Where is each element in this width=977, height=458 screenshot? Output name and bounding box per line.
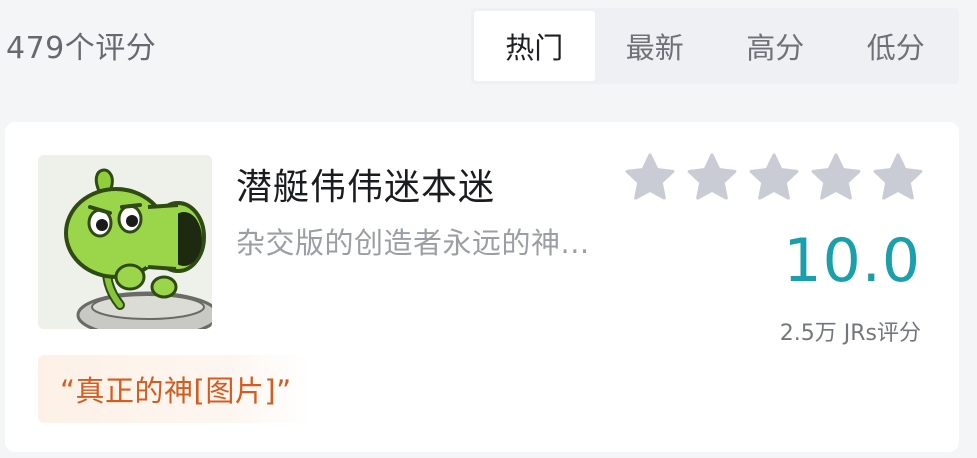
rating-count: 479个评分	[6, 31, 157, 66]
star-icon	[749, 153, 799, 200]
raters-count: 2.5万 JRs评分	[779, 321, 921, 346]
peashooter-plant-icon[interactable]	[38, 155, 212, 329]
sort-tabs: 热门 最新 高分 低分	[471, 8, 959, 84]
tab-hot[interactable]: 热门	[474, 11, 595, 81]
tab-newest[interactable]: 最新	[595, 11, 716, 81]
tab-low-score[interactable]: 低分	[836, 11, 957, 81]
avatar-illustration	[38, 155, 212, 329]
review-card[interactable]: 潜艇伟伟迷本迷 杂交版的创造者永远的神... 10.0 2.5万 JRs评分 “…	[5, 122, 959, 452]
star-icon	[811, 153, 861, 200]
tab-high-score[interactable]: 高分	[715, 11, 836, 81]
review-subtitle: 杂交版的创造者永远的神...	[236, 226, 590, 260]
star-icon	[625, 153, 675, 200]
review-quote[interactable]: “真正的神[图片]”	[38, 355, 310, 423]
ratings-header: 479个评分 热门 最新 高分 低分	[0, 0, 977, 95]
star-icon	[873, 153, 923, 200]
star-rating	[622, 150, 926, 206]
reviewer-name[interactable]: 潜艇伟伟迷本迷	[236, 158, 495, 210]
page: 479个评分 热门 最新 高分 低分 潜艇伟伟迷本迷 杂交版的创造者永远的神..…	[0, 0, 977, 458]
score-value: 10.0	[783, 226, 921, 296]
star-icon	[687, 153, 737, 200]
